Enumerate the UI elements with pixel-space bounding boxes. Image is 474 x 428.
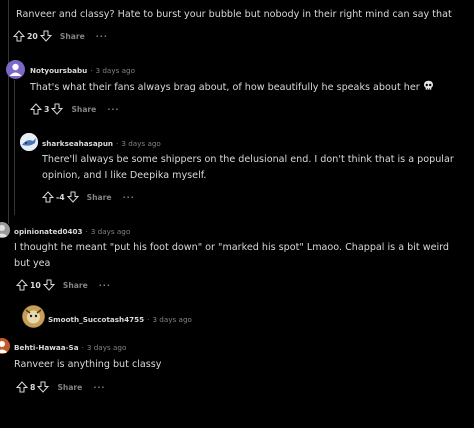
- downvote-icon[interactable]: [42, 279, 55, 291]
- thread-line: [8, 0, 9, 224]
- more-options-icon[interactable]: ···: [123, 193, 135, 202]
- avatar[interactable]: [0, 338, 10, 354]
- avatar[interactable]: [22, 305, 45, 328]
- comment-actions: 10 Share ···: [16, 278, 111, 292]
- more-options-icon[interactable]: ···: [99, 281, 111, 290]
- comment-meta: opinionated0403 · 3 days ago: [14, 223, 130, 239]
- comment-meta: Smooth_Succotash4755 · 3 days ago: [48, 311, 192, 327]
- author-name[interactable]: Behti-Hawaa-Sa: [14, 343, 79, 352]
- share-button[interactable]: Share: [60, 32, 85, 41]
- timestamp: 3 days ago: [95, 65, 135, 75]
- downvote-icon[interactable]: [37, 381, 50, 393]
- author-name[interactable]: Smooth_Succotash4755: [48, 315, 144, 324]
- separator: ·: [85, 226, 88, 236]
- vote-score: 20: [27, 31, 38, 41]
- timestamp: 3 days ago: [90, 226, 131, 236]
- more-options-icon[interactable]: ···: [96, 32, 108, 41]
- vote-score: 10: [30, 280, 41, 290]
- vote-score: 8: [30, 382, 36, 392]
- skull-emoji-icon: [423, 80, 434, 91]
- upvote-icon[interactable]: [16, 381, 28, 393]
- upvote-icon[interactable]: [42, 191, 54, 203]
- share-button[interactable]: Share: [57, 383, 82, 392]
- avatar[interactable]: [20, 133, 38, 151]
- downvote-icon[interactable]: [39, 30, 52, 42]
- avatar[interactable]: [6, 60, 25, 79]
- separator: ·: [81, 342, 84, 352]
- thread-line: [14, 80, 15, 215]
- author-name[interactable]: sharkseahasapun: [42, 139, 113, 148]
- upvote-icon[interactable]: [16, 279, 28, 291]
- timestamp: 3 days ago: [86, 342, 127, 352]
- shark-avatar-icon: [20, 133, 38, 151]
- share-button[interactable]: Share: [87, 193, 112, 202]
- vote-score: 3: [44, 104, 50, 114]
- upvote-icon[interactable]: [13, 30, 25, 42]
- comment-body: There'll always be some shippers on the …: [42, 154, 454, 181]
- timestamp: 3 days ago: [121, 138, 161, 148]
- comment-body: That's what their fans always brag about…: [30, 80, 434, 96]
- avatar-icon: [0, 225, 8, 237]
- author-name[interactable]: Notyoursbabu: [30, 66, 87, 75]
- comment-body: Ranveer and classy? Hate to burst your b…: [16, 9, 452, 20]
- more-options-icon[interactable]: ···: [107, 105, 119, 114]
- separator: ·: [116, 138, 119, 148]
- avatar-icon: [0, 341, 8, 353]
- separator: ·: [147, 314, 150, 324]
- comment-actions: -4 Share ···: [42, 190, 135, 204]
- upvote-icon[interactable]: [30, 103, 42, 115]
- comment-body: I thought he meant "put his foot down" o…: [14, 242, 450, 269]
- more-options-icon[interactable]: ···: [93, 383, 105, 392]
- comment-actions: 3 Share ···: [30, 102, 119, 116]
- timestamp: 3 days ago: [152, 314, 192, 324]
- avatar-icon: [9, 63, 22, 76]
- downvote-icon[interactable]: [66, 191, 79, 203]
- share-button[interactable]: Share: [71, 105, 96, 114]
- downvote-icon[interactable]: [51, 103, 64, 115]
- comment-body: Ranveer is anything but classy: [14, 359, 162, 370]
- separator: ·: [90, 65, 93, 75]
- avatar[interactable]: [0, 222, 10, 238]
- comment-actions: 20 Share ···: [13, 29, 108, 43]
- author-name[interactable]: opinionated0403: [14, 227, 83, 236]
- comment-meta: Behti-Hawaa-Sa · 3 days ago: [14, 339, 126, 355]
- comment-text: That's what their fans always brag about…: [30, 82, 420, 93]
- comment-actions: 8 Share ···: [16, 380, 105, 394]
- share-button[interactable]: Share: [63, 281, 88, 290]
- comment-meta: Notyoursbabu · 3 days ago: [30, 62, 135, 78]
- vote-score: -4: [56, 192, 65, 202]
- succotash-avatar-icon: [22, 305, 45, 328]
- comment-meta: sharkseahasapun · 3 days ago: [42, 135, 161, 151]
